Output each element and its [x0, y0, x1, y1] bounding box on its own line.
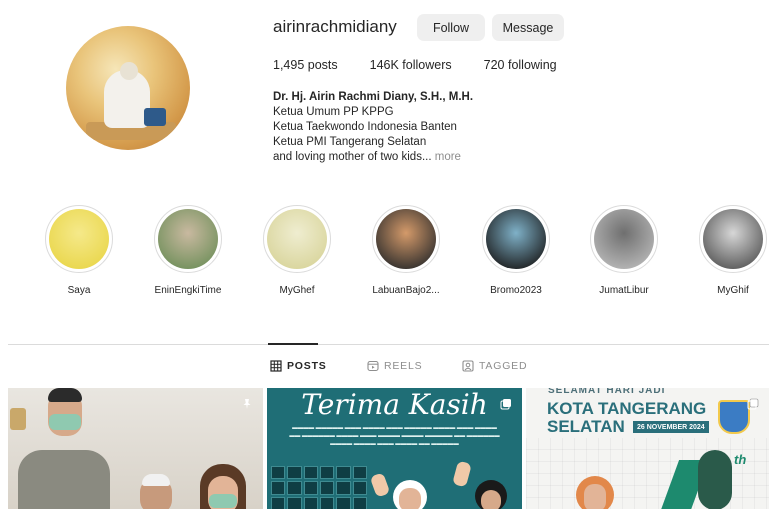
highlight-label: Bromo2023: [490, 285, 542, 296]
tagged-icon: [462, 360, 474, 372]
bio-more-link[interactable]: more: [435, 151, 461, 163]
highlight-cover: [49, 209, 109, 269]
highlight-ring: [590, 205, 658, 273]
profile-bio: Dr. Hj. Airin Rachmi Diany, S.H., M.H. K…: [273, 90, 473, 165]
multiple-photos-icon: [747, 398, 759, 410]
post-title-line: KOTA TANGERANG: [547, 399, 707, 418]
person-hair: [48, 388, 82, 402]
highlight-label: MyGhif: [717, 285, 749, 296]
post-person: [134, 474, 178, 509]
followers-count[interactable]: 146K followers: [370, 58, 452, 72]
follow-button[interactable]: Follow: [417, 14, 485, 41]
post-person: [393, 480, 427, 509]
highlight-cover: [376, 209, 436, 269]
tab-posts[interactable]: POSTS: [270, 360, 327, 372]
tab-tagged[interactable]: TAGGED: [462, 360, 527, 372]
waving-hand: [452, 460, 472, 488]
tab-label: TAGGED: [479, 360, 528, 372]
pin-icon: [243, 399, 251, 409]
highlight-cover: [594, 209, 654, 269]
number-stroke: [698, 450, 732, 509]
post-subtitle: SELAMAT HARI JADI: [548, 388, 666, 396]
tab-reels[interactable]: REELS: [367, 360, 422, 372]
avatar-bag: [144, 108, 166, 126]
tabs-divider: [8, 344, 769, 345]
highlight-saya[interactable]: Saya: [44, 205, 114, 296]
highlight-labuanbajo[interactable]: LabuanBajo2...: [371, 205, 441, 296]
photo-collage: [271, 466, 367, 509]
profile-stats: 1,495 posts 146K followers 720 following: [273, 58, 589, 72]
highlight-label: LabuanBajo2...: [372, 285, 440, 296]
highlight-label: MyGhef: [279, 285, 315, 296]
post-thumbnail[interactable]: [8, 388, 263, 509]
bio-line: Ketua Taekwondo Indonesia Banten: [273, 121, 457, 133]
bio-line: Ketua PMI Tangerang Selatan: [273, 136, 427, 148]
highlight-eninengkitime[interactable]: EninEngkiTime: [153, 205, 223, 296]
post-title-line: SELATAN: [547, 417, 625, 436]
anniversary-number-graphic: [660, 450, 734, 509]
tab-label: REELS: [384, 360, 423, 372]
active-tab-indicator: [268, 343, 318, 345]
post-person: [576, 476, 614, 509]
post-body-text: ▬▬▬▬ ▬▬▬▬▬ ▬▬▬ ▬▬▬▬ ▬▬▬ ▬▬▬▬▬ ▬▬▬▬ ▬▬▬ ▬…: [289, 425, 500, 447]
profile-username: airinrachmidiany: [273, 17, 397, 36]
person-shirt: [18, 450, 110, 509]
grid-icon: [270, 360, 282, 372]
waving-hand: [369, 472, 391, 498]
anniversary-suffix: th: [734, 452, 747, 467]
multiple-photos-icon: [500, 399, 511, 410]
bio-line: Ketua Umum PP KPPG: [273, 106, 394, 118]
highlight-cover: [486, 209, 546, 269]
highlight-ring: [154, 205, 222, 273]
highlight-label: EninEngkiTime: [154, 285, 222, 296]
tab-label: POSTS: [287, 360, 327, 372]
highlight-cover: [267, 209, 327, 269]
post-thumbnail[interactable]: Terima Kasih ▬▬▬▬ ▬▬▬▬▬ ▬▬▬ ▬▬▬▬ ▬▬▬ ▬▬▬…: [267, 388, 522, 509]
person-mask: [209, 494, 237, 508]
highlight-myghif[interactable]: MyGhif: [698, 205, 768, 296]
post-date-badge: 26 NOVEMBER 2024: [633, 421, 709, 433]
highlight-ring: [699, 205, 767, 273]
highlight-label: JumatLibur: [599, 285, 649, 296]
post-thumbnail[interactable]: SELAMAT HARI JADI KOTA TANGERANG SELATAN…: [526, 388, 769, 509]
highlight-jumatlibur[interactable]: JumatLibur: [589, 205, 659, 296]
highlight-myghef[interactable]: MyGhef: [262, 205, 332, 296]
highlight-ring: [45, 205, 113, 273]
person-cap: [142, 474, 170, 486]
bio-line-last: and loving mother of two kids... more: [273, 150, 473, 165]
post-person: [194, 464, 254, 509]
highlight-ring: [263, 205, 331, 273]
avatar-head: [120, 62, 138, 80]
city-emblem-icon: [718, 400, 750, 434]
person-mask: [49, 414, 81, 430]
highlight-ring: [372, 205, 440, 273]
profile-avatar[interactable]: [66, 26, 190, 150]
bio-line: and loving mother of two kids...: [273, 151, 432, 163]
highlight-bromo2023[interactable]: Bromo2023: [481, 205, 551, 296]
highlight-label: Saya: [67, 285, 91, 296]
post-title: Terima Kasih: [301, 388, 488, 421]
highlight-ring: [482, 205, 550, 273]
profile-full-name: Dr. Hj. Airin Rachmi Diany, S.H., M.H.: [273, 91, 474, 103]
post-person: [475, 480, 507, 509]
post-person: [18, 388, 110, 509]
reels-icon: [367, 360, 379, 372]
message-button[interactable]: Message: [492, 14, 564, 41]
posts-count: 1,495 posts: [273, 58, 338, 72]
highlight-cover: [703, 209, 763, 269]
following-count[interactable]: 720 following: [484, 58, 557, 72]
highlight-cover: [158, 209, 218, 269]
